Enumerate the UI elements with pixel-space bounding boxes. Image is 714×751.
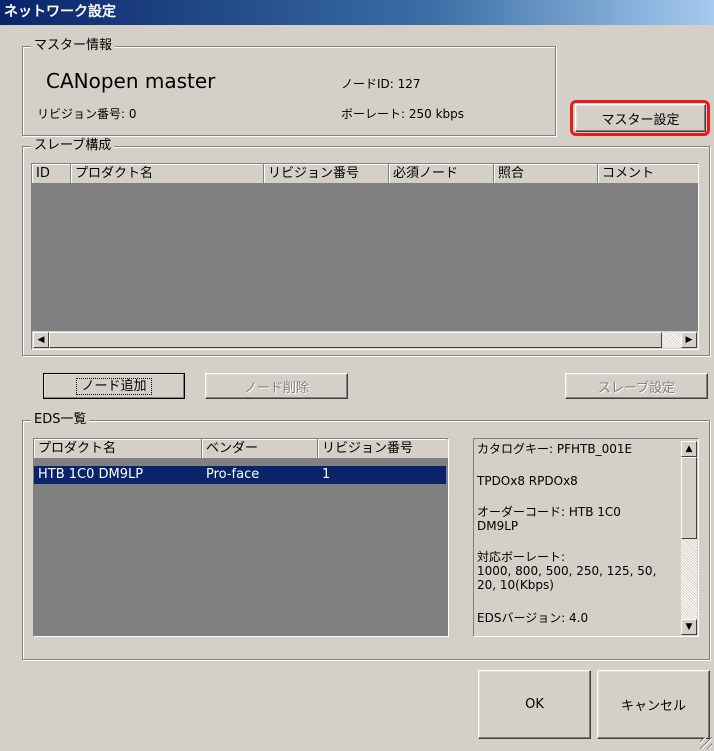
eds-row-vendor: Pro-face (206, 467, 260, 482)
eds-col-revision[interactable]: リビジョン番号 (318, 439, 446, 458)
eds-row-product: HTB 1C0 DM9LP (38, 467, 144, 482)
cancel-label: キャンセル (620, 699, 686, 714)
col-revision[interactable]: リビジョン番号 (264, 164, 389, 183)
slave-list-header: ID プロダクト名 リビジョン番号 必須ノード 照合 コメント (32, 164, 698, 184)
vscroll-track[interactable] (681, 539, 697, 619)
eds-baud-line2: 20, 10(Kbps) (477, 578, 554, 592)
vscroll-thumb[interactable] (681, 457, 697, 539)
eds-row-revision: 1 (322, 467, 331, 482)
eds-baud-line1: 1000, 800, 500, 250, 125, 50, (477, 564, 657, 578)
eds-catalog-key: カタログキー: PFHTB_001E (477, 442, 633, 456)
eds-list-header: プロダクト名 ベンダー リビジョン番号 (34, 439, 448, 459)
eds-col-vendor[interactable]: ベンダー (202, 439, 318, 458)
slave-config-title: スレーブ構成 (31, 138, 115, 154)
col-comment[interactable]: コメント (598, 164, 698, 183)
slave-settings-label: スレーブ設定 (597, 380, 676, 396)
delete-node-button[interactable]: ノード削除 (205, 373, 348, 399)
master-name: CANopen master (46, 69, 216, 93)
eds-row[interactable]: HTB 1C0 DM9LP Pro-face 1 (34, 466, 446, 484)
network-settings-dialog: ネットワーク設定 マスター情報 CANopen master リビジョン番号: … (0, 0, 714, 751)
window-title: ネットワーク設定 (4, 4, 116, 20)
master-info-group: マスター情報 CANopen master リビジョン番号: 0 ノードID: … (22, 38, 556, 136)
master-settings-highlight (570, 100, 710, 136)
scroll-right-icon[interactable]: ▶ (681, 332, 697, 348)
col-verify[interactable]: 照合 (494, 164, 598, 183)
eds-baud-title: 対応ボーレート: (477, 550, 566, 564)
add-node-label: ノード追加 (76, 377, 152, 395)
master-baud-rate: ボーレート: 250 kbps (341, 107, 465, 121)
eds-order-code-cont: DM9LP (477, 519, 519, 533)
eds-pdo: TPDOx8 RPDOx8 (477, 474, 578, 488)
master-info-title: マスター情報 (31, 38, 116, 54)
title-bar[interactable]: ネットワーク設定 (0, 0, 714, 25)
col-required-node[interactable]: 必須ノード (389, 164, 494, 183)
master-revision: リビジョン番号: 0 (37, 107, 137, 121)
add-node-button[interactable]: ノード追加 (43, 373, 185, 399)
eds-details-vscrollbar[interactable]: ▲ ▼ (680, 440, 698, 636)
master-node-id: ノードID: 127 (341, 77, 421, 91)
eds-list-title: EDS一覧 (31, 412, 90, 428)
ok-label: OK (525, 697, 544, 712)
scroll-up-icon[interactable]: ▲ (681, 441, 697, 457)
slave-list[interactable]: ID プロダクト名 リビジョン番号 必須ノード 照合 コメント ◀ ▶ (31, 163, 699, 350)
eds-details-panel[interactable]: カタログキー: PFHTB_001E TPDOx8 RPDOx8 オーダーコード… (473, 438, 699, 637)
resize-grip-icon[interactable] (700, 737, 712, 749)
scroll-down-icon[interactable]: ▼ (681, 619, 697, 635)
hscroll-thumb[interactable] (49, 332, 662, 348)
eds-col-product-name[interactable]: プロダクト名 (34, 439, 202, 458)
cancel-button[interactable]: キャンセル (597, 670, 710, 739)
delete-node-label: ノード削除 (243, 380, 309, 396)
eds-list[interactable]: プロダクト名 ベンダー リビジョン番号 HTB 1C0 DM9LP Pro-fa… (33, 438, 449, 637)
eds-order-code: オーダーコード: HTB 1C0 (477, 505, 621, 519)
hscroll-track[interactable] (662, 332, 681, 348)
col-id[interactable]: ID (32, 164, 71, 183)
scroll-left-icon[interactable]: ◀ (33, 332, 49, 348)
slave-settings-button[interactable]: スレーブ設定 (565, 373, 708, 399)
eds-version: EDSバージョン: 4.0 (477, 611, 589, 625)
ok-button[interactable]: OK (478, 670, 591, 739)
slave-hscrollbar[interactable]: ◀ ▶ (32, 331, 698, 349)
col-product-name[interactable]: プロダクト名 (71, 164, 264, 183)
